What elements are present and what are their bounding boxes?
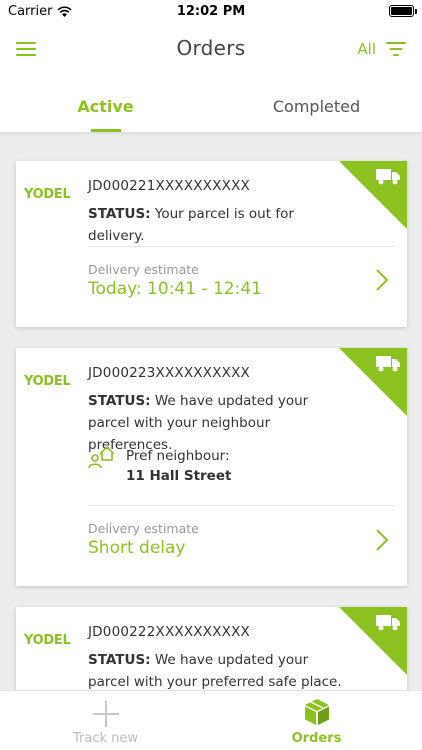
clock: 12:02 PM xyxy=(176,4,246,19)
status-label: STATUS: xyxy=(88,652,151,668)
status-bar: Carrier 12:02 PM xyxy=(0,0,422,22)
battery-icon xyxy=(389,5,417,17)
status-text: STATUS: We have updated your parcel with… xyxy=(88,390,350,456)
bottom-navigation: Track new Orders xyxy=(0,690,422,750)
neighbour-house-icon xyxy=(88,445,114,469)
pref-neighbour-label: Pref neighbour: xyxy=(126,448,230,464)
chevron-right-icon[interactable] xyxy=(375,528,389,552)
delivery-truck-icon xyxy=(376,356,400,372)
estimate-value: Today: 10:41 - 12:41 xyxy=(88,279,262,299)
divider xyxy=(88,246,395,247)
courier-logo: YODEL xyxy=(24,187,71,202)
status-text: STATUS: We have updated your parcel with… xyxy=(88,649,350,690)
plus-icon xyxy=(92,701,119,727)
nav-orders-label: Orders xyxy=(291,731,342,746)
nav-track-new[interactable]: Track new xyxy=(0,691,211,750)
nav-track-new-label: Track new xyxy=(72,731,139,746)
tracking-number: JD000223XXXXXXXXXX xyxy=(88,365,250,381)
tab-completed[interactable]: Completed xyxy=(211,92,422,132)
filter-label: All xyxy=(357,40,376,58)
chevron-right-icon[interactable] xyxy=(375,268,389,292)
pref-neighbour-value: 11 Hall Street xyxy=(126,468,232,484)
courier-logo: YODEL xyxy=(24,374,71,389)
divider xyxy=(88,505,395,506)
filter-icon xyxy=(386,42,406,56)
filter-button[interactable]: All xyxy=(357,40,406,58)
parcel-box-icon xyxy=(304,699,329,725)
estimate-value: Short delay xyxy=(88,538,186,558)
orders-list: YODEL JD000221XXXXXXXXXX STATUS: Your pa… xyxy=(0,132,422,690)
tracking-number: JD000221XXXXXXXXXX xyxy=(88,178,250,194)
status-label: STATUS: xyxy=(88,206,151,222)
delivery-truck-icon xyxy=(376,615,400,631)
order-card[interactable]: YODEL JD000222XXXXXXXXXX STATUS: We have… xyxy=(16,607,407,690)
tracking-number: JD000222XXXXXXXXXX xyxy=(88,624,250,640)
delivery-truck-icon xyxy=(376,169,400,185)
app-header: Orders All Active Completed xyxy=(0,22,422,132)
order-card[interactable]: YODEL JD000223XXXXXXXXXX STATUS: We have… xyxy=(16,348,407,586)
order-card[interactable]: YODEL JD000221XXXXXXXXXX STATUS: Your pa… xyxy=(16,161,407,327)
courier-logo: YODEL xyxy=(24,633,71,648)
nav-orders[interactable]: Orders xyxy=(211,691,422,750)
status-label: STATUS: xyxy=(88,393,151,409)
estimate-label: Delivery estimate xyxy=(88,521,199,536)
order-tabs: Active Completed xyxy=(0,92,422,132)
estimate-label: Delivery estimate xyxy=(88,262,199,277)
tab-active[interactable]: Active xyxy=(0,92,211,132)
status-text: STATUS: Your parcel is out for delivery. xyxy=(88,203,350,247)
